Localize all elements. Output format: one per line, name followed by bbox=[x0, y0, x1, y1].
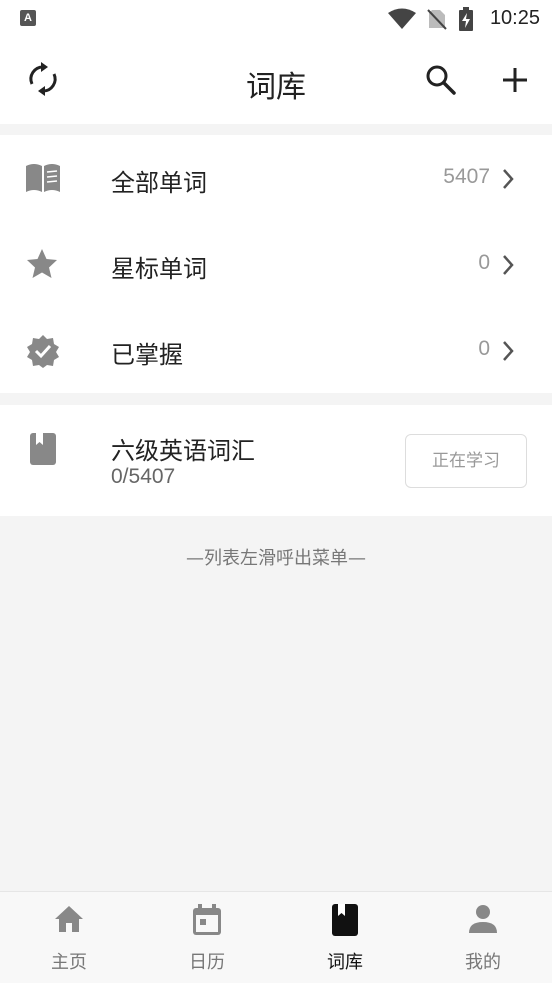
calendar-icon bbox=[193, 904, 221, 935]
mastered-words-row[interactable]: 已掌握 0 bbox=[0, 307, 552, 393]
star-icon bbox=[27, 249, 57, 278]
status-bar: A 10:25 bbox=[0, 0, 552, 38]
all-words-label: 全部单词 bbox=[111, 169, 207, 197]
page-title: 词库 bbox=[246, 70, 306, 105]
add-icon[interactable] bbox=[500, 65, 530, 95]
starred-words-row[interactable]: 星标单词 0 bbox=[0, 221, 552, 307]
book-icon bbox=[332, 904, 358, 936]
book-name: 六级英语词汇 bbox=[111, 437, 255, 465]
chevron-right-icon bbox=[503, 341, 514, 361]
mastered-words-count: 0 bbox=[478, 337, 490, 360]
nav-calendar[interactable]: 日历 bbox=[138, 892, 276, 983]
book-open-icon bbox=[26, 164, 60, 192]
nav-profile-label: 我的 bbox=[465, 952, 501, 973]
nav-calendar-label: 日历 bbox=[189, 952, 225, 973]
chevron-right-icon bbox=[503, 169, 514, 189]
app-notification-icon: A bbox=[20, 10, 36, 26]
book-icon bbox=[30, 433, 56, 465]
nav-profile[interactable]: 我的 bbox=[414, 892, 552, 983]
search-icon[interactable] bbox=[425, 64, 457, 96]
chevron-right-icon bbox=[503, 255, 514, 275]
book-list-item[interactable]: 六级英语词汇 0/5407 正在学习 bbox=[0, 405, 552, 516]
all-words-count: 5407 bbox=[443, 165, 490, 188]
starred-words-count: 0 bbox=[478, 251, 490, 274]
app-bar: 词库 bbox=[0, 38, 552, 124]
swipe-hint: —列表左滑呼出菜单— bbox=[186, 548, 366, 569]
mastered-words-label: 已掌握 bbox=[111, 341, 183, 369]
currently-learning-button[interactable]: 正在学习 bbox=[405, 434, 527, 488]
wifi-icon bbox=[388, 8, 416, 29]
nav-wordbank-label: 词库 bbox=[327, 952, 363, 973]
no-sim-icon bbox=[427, 9, 447, 30]
verified-check-icon bbox=[27, 335, 59, 368]
clock: 10:25 bbox=[489, 7, 540, 29]
home-icon bbox=[55, 906, 83, 932]
word-group-list: 全部单词 5407 星标单词 0 已掌握 0 bbox=[0, 135, 552, 393]
all-words-row[interactable]: 全部单词 5407 bbox=[0, 135, 552, 221]
person-icon bbox=[469, 905, 497, 933]
nav-wordbank[interactable]: 词库 bbox=[276, 892, 414, 983]
bottom-nav: 主页 日历 词库 我的 bbox=[0, 891, 552, 983]
starred-words-label: 星标单词 bbox=[111, 255, 207, 283]
battery-charging-icon bbox=[459, 7, 473, 31]
nav-home[interactable]: 主页 bbox=[0, 892, 138, 983]
nav-home-label: 主页 bbox=[51, 952, 87, 973]
book-progress: 0/5407 bbox=[111, 465, 176, 488]
